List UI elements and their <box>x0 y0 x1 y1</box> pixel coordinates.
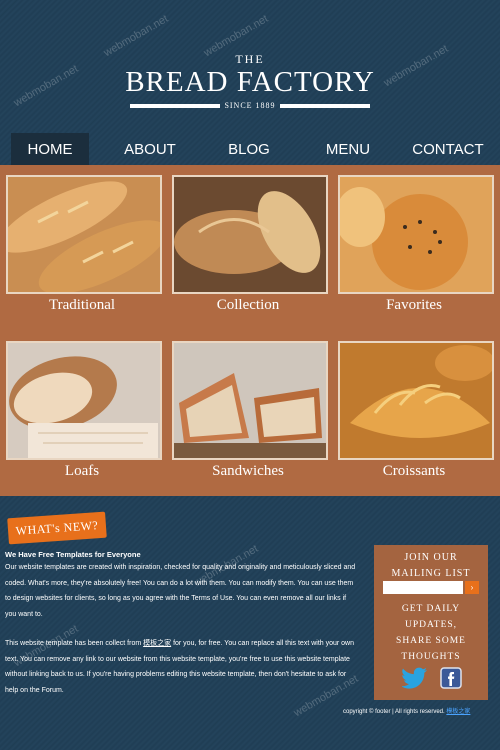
nav-blog[interactable]: BLOG <box>215 133 283 165</box>
template-link[interactable]: 模板之家 <box>143 640 171 647</box>
subscribe-button[interactable]: › <box>465 581 479 594</box>
paragraph-2-end: for you, for free. You can replace all t… <box>5 640 354 694</box>
footer: copyright © footer | All rights reserved… <box>343 706 493 715</box>
content-paragraph-2: This website template has been collect f… <box>5 636 357 698</box>
mailing-list-title: JOIN OUR MAILING LIST <box>374 550 488 582</box>
mailing-list-panel: JOIN OUR MAILING LIST › GET DAILY UPDATE… <box>374 545 488 700</box>
caption-sandwiches: Sandwiches <box>212 463 284 479</box>
twitter-icon[interactable] <box>401 667 428 689</box>
site-header: THE BREAD FACTORY SINCE 1889 <box>0 0 500 130</box>
caption-favorites: Favorites <box>386 297 442 313</box>
footer-link[interactable]: 模板之家 <box>446 709 470 715</box>
mailing-title-line1: JOIN OUR <box>404 552 458 563</box>
nav-home[interactable]: HOME <box>11 133 89 165</box>
caption-collection: Collection <box>216 297 280 313</box>
nav-menu[interactable]: MENU <box>315 133 381 165</box>
gallery-image-traditional[interactable] <box>6 175 162 294</box>
caption-loafs: Loafs <box>64 463 100 479</box>
updates-line4: THOUGHTS <box>401 652 461 662</box>
paragraph-2-start: This website template has been collect f… <box>5 640 144 647</box>
caption-traditional: Traditional <box>48 297 116 313</box>
caption-croissants: Croissants <box>382 463 446 479</box>
updates-line3: SHARE SOME <box>396 636 466 646</box>
logo-rule-right <box>280 104 370 108</box>
gallery-image-croissants[interactable] <box>338 341 494 460</box>
nav-contact[interactable]: CONTACT <box>405 133 491 165</box>
gallery-image-sandwiches[interactable] <box>172 341 328 460</box>
copyright-text: copyright © footer | All rights reserved… <box>343 709 445 715</box>
updates-text: GET DAILY UPDATES, SHARE SOME THOUGHTS <box>374 601 488 665</box>
email-field[interactable] <box>383 581 463 594</box>
whats-new-badge: WHAT's NEW? <box>7 511 107 545</box>
facebook-icon[interactable] <box>438 667 464 689</box>
nav-about[interactable]: ABOUT <box>110 133 190 165</box>
logo-the: THE <box>235 52 265 66</box>
gallery-image-collection[interactable] <box>172 175 328 294</box>
logo-since: SINCE 1889 <box>224 101 276 110</box>
mailing-title-line2: MAILING LIST <box>391 568 471 579</box>
gallery-image-favorites[interactable] <box>338 175 494 294</box>
product-gallery: Traditional Collection Favorites Loafs S… <box>0 165 500 496</box>
content-paragraph-1: Our website templates are created with i… <box>5 564 356 618</box>
main-nav: HOME ABOUT BLOG MENU CONTACT <box>0 133 500 165</box>
logo-title[interactable]: BREAD FACTORY <box>0 66 500 99</box>
gallery-image-loafs[interactable] <box>6 341 162 460</box>
main-content: We Have Free Templates for Everyone Our … <box>5 550 357 712</box>
content-heading: We Have Free Templates for Everyone <box>5 550 141 559</box>
updates-line2: UPDATES, <box>404 620 458 630</box>
updates-line1: GET DAILY <box>401 604 461 614</box>
